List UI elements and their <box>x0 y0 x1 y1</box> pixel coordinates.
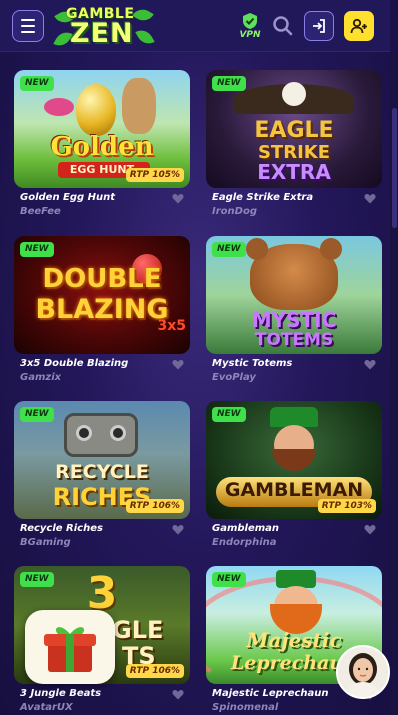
game-name: Golden Egg Hunt <box>20 192 116 203</box>
vpn-label: VPN <box>239 30 261 40</box>
shield-check-icon <box>243 13 257 29</box>
scrollbar-thumb[interactable] <box>392 108 397 228</box>
logo-text-bottom: ZEN <box>70 17 134 49</box>
game-card[interactable]: MYSTIC TOTEMS NEW Mystic Totems EvoPlay <box>206 236 382 392</box>
game-art-subtitle: GLE <box>112 616 164 644</box>
new-badge: NEW <box>20 407 54 422</box>
heart-icon[interactable] <box>172 193 184 204</box>
game-name: Recycle Riches <box>20 523 103 534</box>
game-thumbnail[interactable]: Golden EGG HUNT NEW RTP 105% <box>14 70 190 188</box>
heart-icon[interactable] <box>364 524 376 535</box>
vpn-indicator[interactable]: VPN <box>237 12 263 40</box>
menu-icon <box>21 18 35 21</box>
game-card[interactable]: EAGLE STRIKE EXTRA NEW Eagle Strike Extr… <box>206 70 382 226</box>
game-art-title: DOUBLE <box>42 264 162 294</box>
game-art-extra: 3x5 <box>157 318 186 334</box>
heart-icon[interactable] <box>172 689 184 700</box>
game-art-subtitle: TOTEMS <box>254 330 334 350</box>
heart-icon[interactable] <box>364 193 376 204</box>
game-card[interactable]: GAMBLEMAN NEW RTP 103% Gambleman Endorph… <box>206 401 382 557</box>
game-provider: Spinomenal <box>212 702 279 713</box>
search-button[interactable] <box>272 15 294 37</box>
rtp-badge: RTP 106% <box>125 664 184 678</box>
site-logo[interactable]: GAMBLE ZEN <box>52 3 155 50</box>
game-provider: IronDog <box>212 206 257 217</box>
game-card[interactable]: RECYCLE RICHES NEW RTP 106% Recycle Rich… <box>14 401 190 557</box>
game-name: Mystic Totems <box>212 358 293 369</box>
top-header: GAMBLE ZEN VPN <box>0 0 390 52</box>
game-name: Eagle Strike Extra <box>212 192 314 203</box>
game-card[interactable]: Golden EGG HUNT NEW RTP 105% Golden Egg … <box>14 70 190 226</box>
support-agent-icon <box>338 647 388 697</box>
game-art-title: RECYCLE <box>55 461 149 483</box>
game-provider: Gamzix <box>20 372 62 383</box>
login-button[interactable] <box>304 11 334 41</box>
rtp-badge: RTP 105% <box>125 168 184 182</box>
game-provider: EvoPlay <box>212 372 256 383</box>
game-thumbnail[interactable]: DOUBLE BLAZING 3x5 NEW <box>14 236 190 354</box>
heart-icon[interactable] <box>364 359 376 370</box>
game-provider: BeeFee <box>20 206 61 217</box>
menu-button[interactable] <box>12 9 44 42</box>
game-thumbnail[interactable]: EAGLE STRIKE EXTRA NEW <box>206 70 382 188</box>
signup-button[interactable] <box>344 11 374 41</box>
game-thumbnail[interactable]: GAMBLEMAN NEW RTP 103% <box>206 401 382 519</box>
game-art-title: GAMBLEMAN <box>224 479 364 501</box>
game-thumbnail[interactable]: MYSTIC TOTEMS NEW <box>206 236 382 354</box>
new-badge: NEW <box>212 242 246 257</box>
new-badge: NEW <box>212 76 246 91</box>
heart-icon[interactable] <box>172 359 184 370</box>
game-art-title: EAGLE <box>254 118 334 143</box>
heart-icon[interactable] <box>172 524 184 535</box>
new-badge: NEW <box>212 407 246 422</box>
game-name: 3 Jungle Beats <box>20 688 102 699</box>
rtp-badge: RTP 106% <box>125 499 184 513</box>
game-name: Gambleman <box>212 523 280 534</box>
game-art-title: Golden <box>50 132 154 162</box>
gift-icon <box>44 627 96 672</box>
new-badge: NEW <box>20 572 54 587</box>
gift-bonus-button[interactable] <box>25 610 115 684</box>
scrollbar[interactable] <box>390 52 398 715</box>
game-provider: AvatarUX <box>20 702 73 713</box>
rtp-badge: RTP 103% <box>317 499 376 513</box>
add-user-icon <box>350 18 367 34</box>
support-chat-avatar[interactable] <box>336 645 390 699</box>
search-icon <box>273 16 293 36</box>
game-thumbnail[interactable]: RECYCLE RICHES NEW RTP 106% <box>14 401 190 519</box>
game-provider: BGaming <box>20 537 71 548</box>
new-badge: NEW <box>20 76 54 91</box>
game-art-title: MYSTIC <box>251 308 337 332</box>
game-provider: Endorphina <box>212 537 277 548</box>
game-art-extra: EXTRA <box>257 160 331 184</box>
login-icon <box>313 19 325 33</box>
game-name: 3x5 Double Blazing <box>20 358 129 369</box>
new-badge: NEW <box>212 572 246 587</box>
game-card[interactable]: DOUBLE BLAZING 3x5 NEW 3x5 Double Blazin… <box>14 236 190 392</box>
new-badge: NEW <box>20 242 54 257</box>
